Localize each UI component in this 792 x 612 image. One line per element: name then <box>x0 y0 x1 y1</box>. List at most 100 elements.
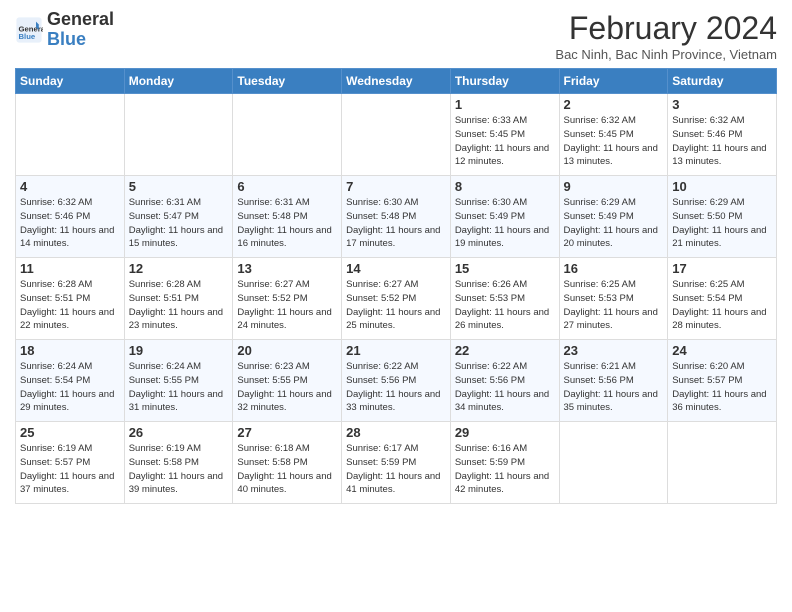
day-info: Sunrise: 6:24 AM Sunset: 5:55 PM Dayligh… <box>129 360 229 415</box>
day-cell: 28 Sunrise: 6:17 AM Sunset: 5:59 PM Dayli… <box>342 422 451 504</box>
title-block: February 2024 Bac Ninh, Bac Ninh Provinc… <box>555 10 777 62</box>
day-cell: 3 Sunrise: 6:32 AM Sunset: 5:46 PM Daylig… <box>668 94 777 176</box>
day-cell: 10Sunrise: 6:29 AM Sunset: 5:50 PM Dayli… <box>668 176 777 258</box>
day-number: 18 <box>20 343 120 358</box>
page: General Blue GeneralBlue February 2024 B… <box>0 0 792 612</box>
day-header-wednesday: Wednesday <box>342 69 451 94</box>
day-cell: 16 Sunrise: 6:25 AM Sunset: 5:53 PM Dayli… <box>559 258 668 340</box>
day-info: Sunrise: 6:33 AM Sunset: 5:45 PM Dayligh… <box>455 114 555 169</box>
day-info: Sunrise: 6:17 AM Sunset: 5:59 PM Dayligh… <box>346 442 446 497</box>
month-title: February 2024 <box>555 10 777 47</box>
day-cell: 20 Sunrise: 6:23 AM Sunset: 5:55 PM Dayli… <box>233 340 342 422</box>
day-number: 19 <box>129 343 229 358</box>
day-header-sunday: Sunday <box>16 69 125 94</box>
day-number: 9 <box>564 179 664 194</box>
day-info: Sunrise: 6:18 AM Sunset: 5:58 PM Dayligh… <box>237 442 337 497</box>
day-cell: 14Sunrise: 6:27 AM Sunset: 5:52 PM Dayli… <box>342 258 451 340</box>
day-info: Sunrise: 6:32 AM Sunset: 5:46 PM Dayligh… <box>20 196 120 251</box>
day-cell <box>559 422 668 504</box>
day-info: Sunrise: 6:28 AM Sunset: 5:51 PM Dayligh… <box>129 278 229 333</box>
day-cell: 27 Sunrise: 6:18 AM Sunset: 5:58 PM Dayli… <box>233 422 342 504</box>
day-number: 8 <box>455 179 555 194</box>
day-header-tuesday: Tuesday <box>233 69 342 94</box>
location: Bac Ninh, Bac Ninh Province, Vietnam <box>555 47 777 62</box>
day-header-monday: Monday <box>124 69 233 94</box>
day-number: 7 <box>346 179 446 194</box>
day-info: Sunrise: 6:19 AM Sunset: 5:58 PM Dayligh… <box>129 442 229 497</box>
calendar-header-row: SundayMondayTuesdayWednesdayThursdayFrid… <box>16 69 777 94</box>
day-cell <box>342 94 451 176</box>
day-cell: 7 Sunrise: 6:30 AM Sunset: 5:48 PM Daylig… <box>342 176 451 258</box>
day-info: Sunrise: 6:30 AM Sunset: 5:48 PM Dayligh… <box>346 196 446 251</box>
day-info: Sunrise: 6:20 AM Sunset: 5:57 PM Dayligh… <box>672 360 772 415</box>
day-number: 3 <box>672 97 772 112</box>
day-cell: 15 Sunrise: 6:26 AM Sunset: 5:53 PM Dayli… <box>450 258 559 340</box>
day-cell <box>16 94 125 176</box>
day-cell: 24Sunrise: 6:20 AM Sunset: 5:57 PM Dayli… <box>668 340 777 422</box>
day-number: 25 <box>20 425 120 440</box>
day-header-thursday: Thursday <box>450 69 559 94</box>
day-header-saturday: Saturday <box>668 69 777 94</box>
day-info: Sunrise: 6:24 AM Sunset: 5:54 PM Dayligh… <box>20 360 120 415</box>
day-cell: 12Sunrise: 6:28 AM Sunset: 5:51 PM Dayli… <box>124 258 233 340</box>
day-info: Sunrise: 6:23 AM Sunset: 5:55 PM Dayligh… <box>237 360 337 415</box>
calendar-body: 1 Sunrise: 6:33 AM Sunset: 5:45 PM Daylig… <box>16 94 777 504</box>
day-number: 27 <box>237 425 337 440</box>
logo-icon: General Blue <box>15 16 43 44</box>
day-cell: 29 Sunrise: 6:16 AM Sunset: 5:59 PM Dayli… <box>450 422 559 504</box>
svg-text:Blue: Blue <box>19 32 36 41</box>
day-number: 23 <box>564 343 664 358</box>
day-number: 28 <box>346 425 446 440</box>
week-row-3: 11 Sunrise: 6:28 AM Sunset: 5:51 PM Dayli… <box>16 258 777 340</box>
day-cell: 21 Sunrise: 6:22 AM Sunset: 5:56 PM Dayli… <box>342 340 451 422</box>
day-number: 15 <box>455 261 555 276</box>
day-info: Sunrise: 6:19 AM Sunset: 5:57 PM Dayligh… <box>20 442 120 497</box>
day-cell <box>668 422 777 504</box>
day-cell: 11 Sunrise: 6:28 AM Sunset: 5:51 PM Dayli… <box>16 258 125 340</box>
day-number: 17 <box>672 261 772 276</box>
day-number: 16 <box>564 261 664 276</box>
day-info: Sunrise: 6:26 AM Sunset: 5:53 PM Dayligh… <box>455 278 555 333</box>
day-info: Sunrise: 6:32 AM Sunset: 5:46 PM Dayligh… <box>672 114 772 169</box>
logo: General Blue GeneralBlue <box>15 10 114 50</box>
day-number: 1 <box>455 97 555 112</box>
logo-text: GeneralBlue <box>47 10 114 50</box>
day-cell: 2 Sunrise: 6:32 AM Sunset: 5:45 PM Daylig… <box>559 94 668 176</box>
day-header-friday: Friday <box>559 69 668 94</box>
week-row-2: 4Sunrise: 6:32 AM Sunset: 5:46 PM Daylig… <box>16 176 777 258</box>
week-row-4: 18 Sunrise: 6:24 AM Sunset: 5:54 PM Dayli… <box>16 340 777 422</box>
day-number: 22 <box>455 343 555 358</box>
day-number: 2 <box>564 97 664 112</box>
day-cell: 5Sunrise: 6:31 AM Sunset: 5:47 PM Daylig… <box>124 176 233 258</box>
day-cell: 25 Sunrise: 6:19 AM Sunset: 5:57 PM Dayli… <box>16 422 125 504</box>
day-info: Sunrise: 6:27 AM Sunset: 5:52 PM Dayligh… <box>346 278 446 333</box>
day-cell: 19 Sunrise: 6:24 AM Sunset: 5:55 PM Dayli… <box>124 340 233 422</box>
day-cell: 9Sunrise: 6:29 AM Sunset: 5:49 PM Daylig… <box>559 176 668 258</box>
day-info: Sunrise: 6:27 AM Sunset: 5:52 PM Dayligh… <box>237 278 337 333</box>
day-cell: 8Sunrise: 6:30 AM Sunset: 5:49 PM Daylig… <box>450 176 559 258</box>
day-info: Sunrise: 6:31 AM Sunset: 5:48 PM Dayligh… <box>237 196 337 251</box>
day-info: Sunrise: 6:32 AM Sunset: 5:45 PM Dayligh… <box>564 114 664 169</box>
day-cell: 18 Sunrise: 6:24 AM Sunset: 5:54 PM Dayli… <box>16 340 125 422</box>
day-cell <box>124 94 233 176</box>
day-number: 20 <box>237 343 337 358</box>
day-cell: 22 Sunrise: 6:22 AM Sunset: 5:56 PM Dayli… <box>450 340 559 422</box>
day-info: Sunrise: 6:25 AM Sunset: 5:54 PM Dayligh… <box>672 278 772 333</box>
day-info: Sunrise: 6:22 AM Sunset: 5:56 PM Dayligh… <box>455 360 555 415</box>
calendar: SundayMondayTuesdayWednesdayThursdayFrid… <box>15 68 777 504</box>
day-cell: 13Sunrise: 6:27 AM Sunset: 5:52 PM Dayli… <box>233 258 342 340</box>
day-number: 29 <box>455 425 555 440</box>
day-number: 21 <box>346 343 446 358</box>
day-info: Sunrise: 6:21 AM Sunset: 5:56 PM Dayligh… <box>564 360 664 415</box>
day-info: Sunrise: 6:16 AM Sunset: 5:59 PM Dayligh… <box>455 442 555 497</box>
day-number: 26 <box>129 425 229 440</box>
header: General Blue GeneralBlue February 2024 B… <box>15 10 777 62</box>
day-number: 11 <box>20 261 120 276</box>
day-info: Sunrise: 6:28 AM Sunset: 5:51 PM Dayligh… <box>20 278 120 333</box>
day-cell <box>233 94 342 176</box>
day-cell: 6Sunrise: 6:31 AM Sunset: 5:48 PM Daylig… <box>233 176 342 258</box>
day-cell: 23 Sunrise: 6:21 AM Sunset: 5:56 PM Dayli… <box>559 340 668 422</box>
day-cell: 4Sunrise: 6:32 AM Sunset: 5:46 PM Daylig… <box>16 176 125 258</box>
day-info: Sunrise: 6:25 AM Sunset: 5:53 PM Dayligh… <box>564 278 664 333</box>
day-info: Sunrise: 6:22 AM Sunset: 5:56 PM Dayligh… <box>346 360 446 415</box>
